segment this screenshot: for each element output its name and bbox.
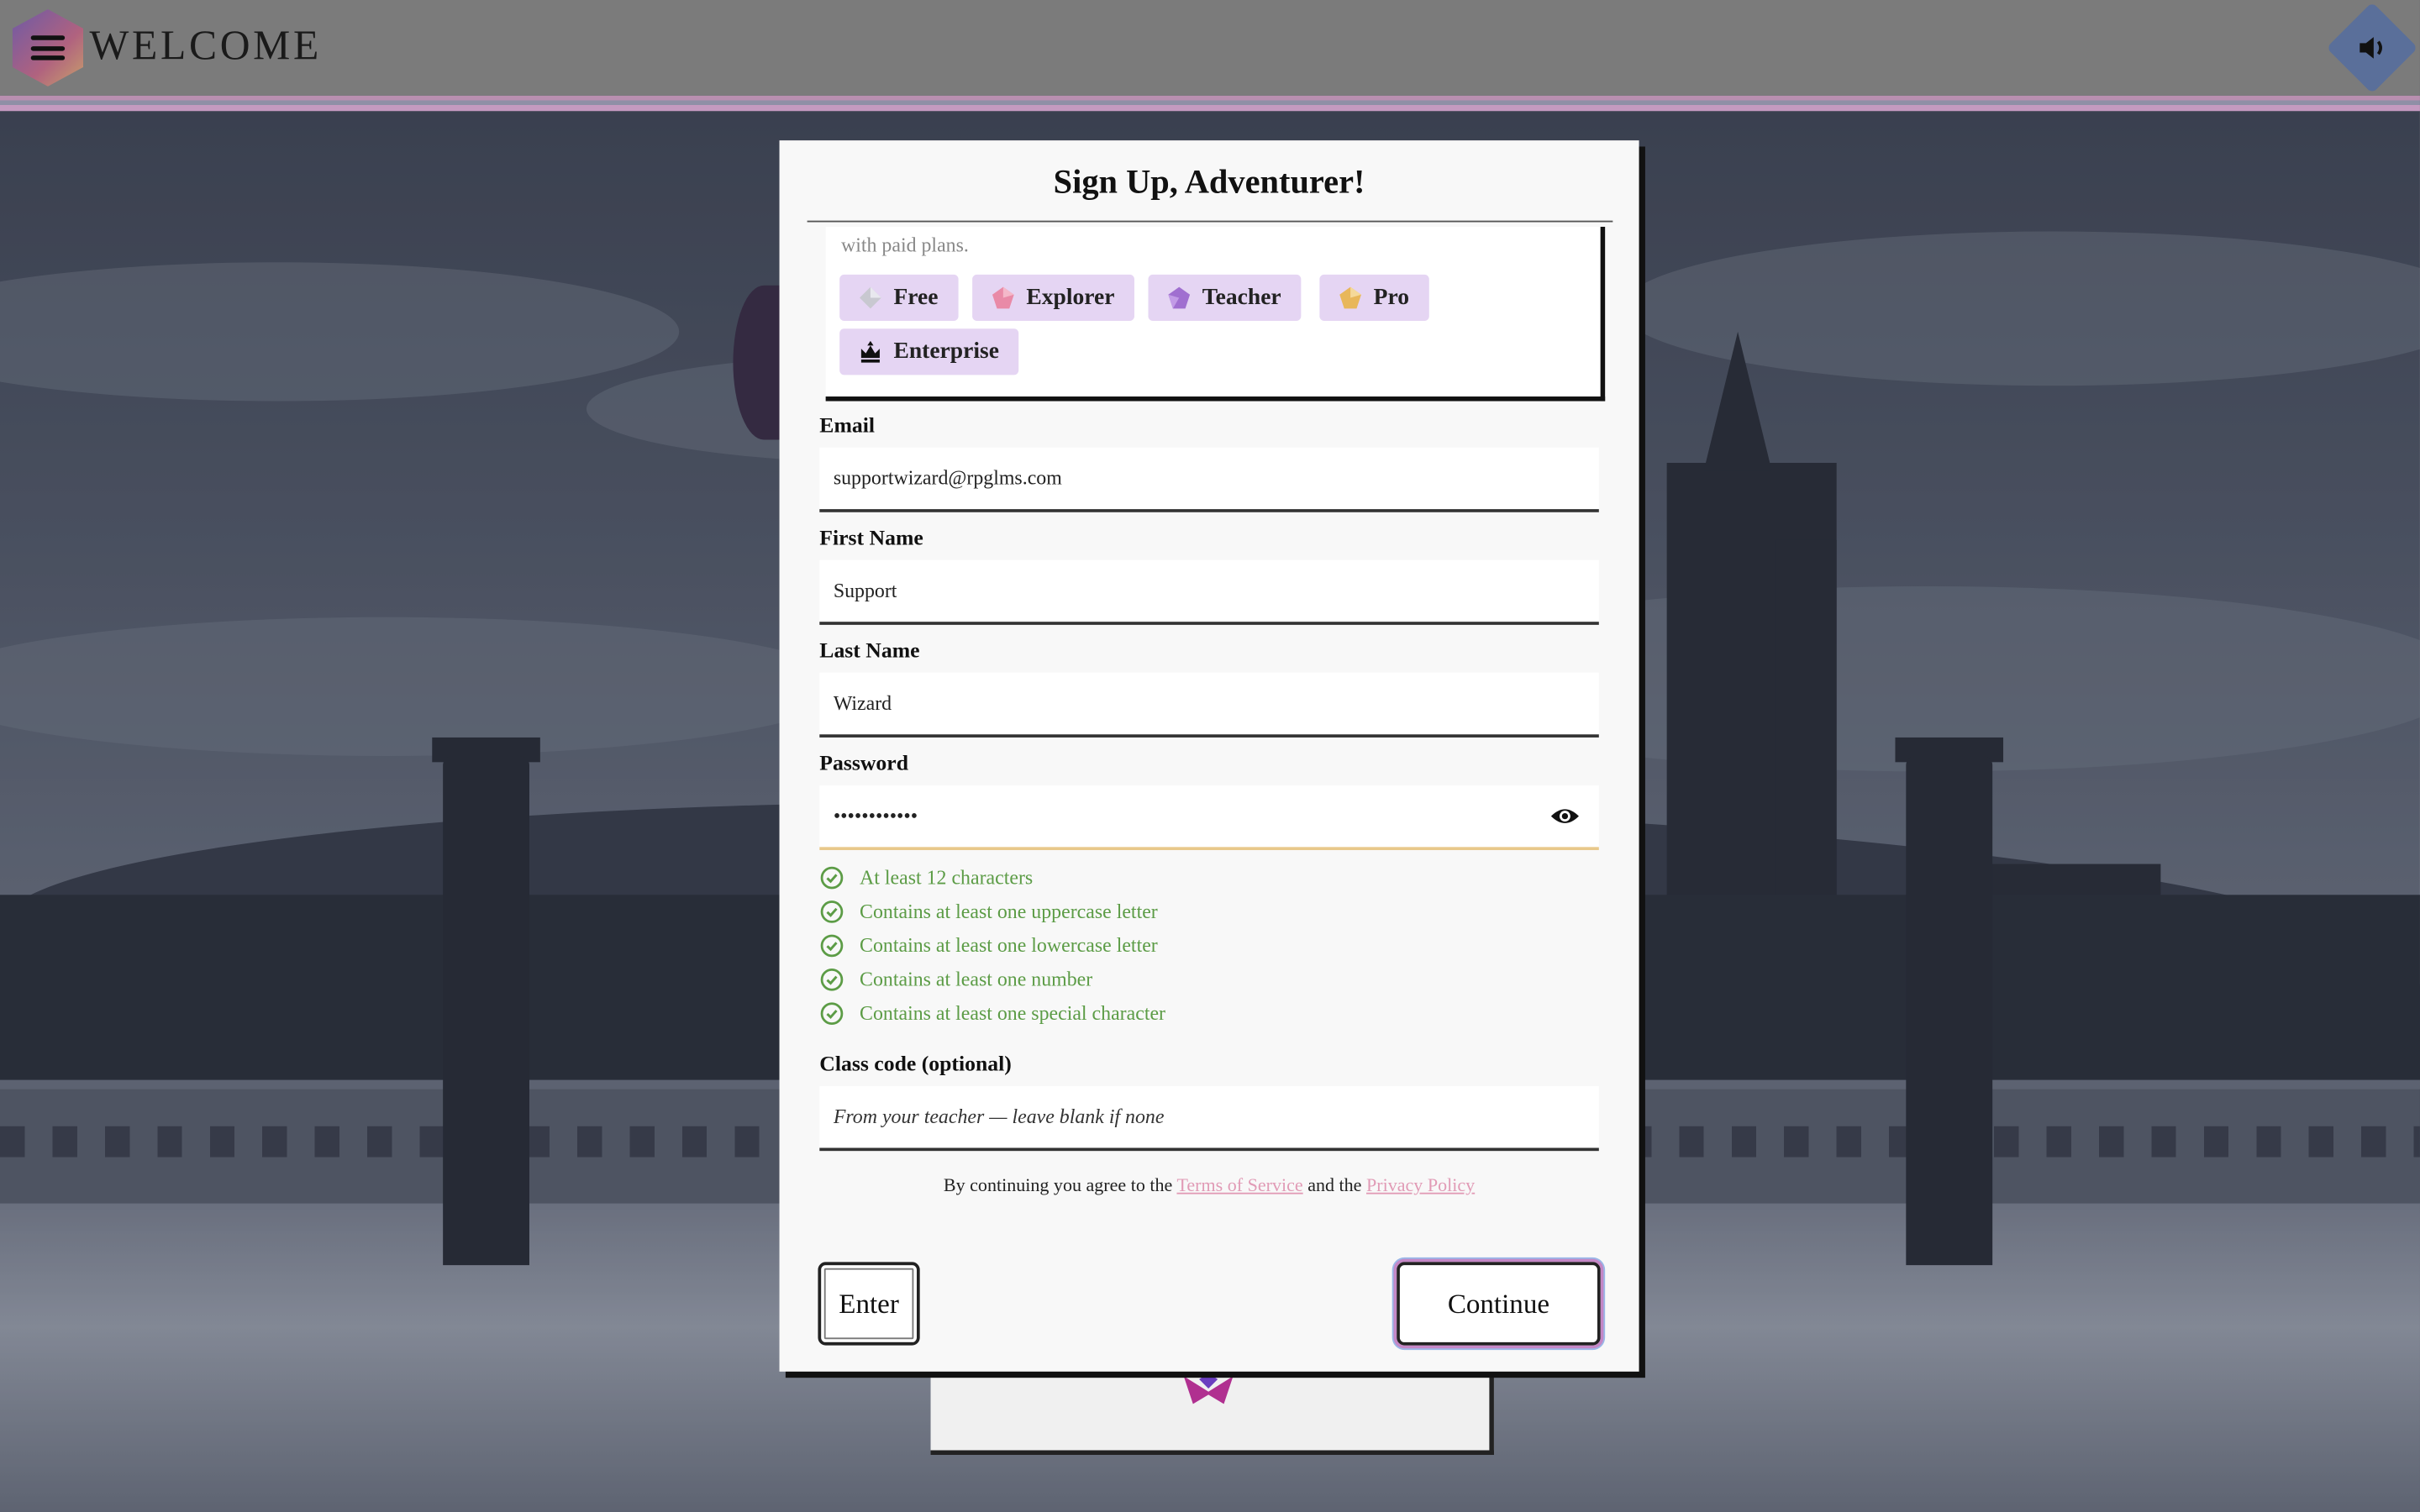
- plan-label: Free: [893, 284, 939, 310]
- plans-note: with paid plans.: [841, 233, 969, 256]
- password-requirement: Contains at least one uppercase letter: [819, 899, 1158, 924]
- plan-chip-enterprise[interactable]: Enterprise: [839, 328, 1019, 375]
- hamburger-icon: [30, 35, 66, 60]
- plans-panel: with paid plans. Free Explorer Teacher P…: [825, 226, 1606, 402]
- password-requirement: Contains at least one number: [819, 968, 1092, 992]
- sound-toggle-button[interactable]: [2326, 2, 2418, 94]
- first-name-label: First Name: [819, 528, 923, 551]
- brand-logo-icon: [1183, 1373, 1234, 1404]
- background-card: [930, 1357, 1494, 1456]
- plan-label: Teacher: [1202, 284, 1281, 310]
- modal-title: Sign Up, Adventurer!: [1053, 161, 1365, 201]
- check-circle-icon: [820, 1002, 844, 1026]
- check-circle-icon: [820, 968, 844, 991]
- plan-label: Explorer: [1026, 284, 1115, 310]
- purple-gem-icon: [1168, 286, 1191, 309]
- requirement-text: At least 12 characters: [860, 865, 1034, 889]
- requirement-text: Contains at least one special character: [860, 1001, 1166, 1025]
- plan-label: Pro: [1373, 284, 1410, 310]
- first-name-field[interactable]: [819, 559, 1599, 625]
- class-code-field[interactable]: [819, 1086, 1599, 1152]
- top-bar: WELCOME: [0, 0, 2420, 96]
- email-field[interactable]: [819, 447, 1599, 512]
- password-requirement: Contains at least one lowercase letter: [819, 933, 1158, 958]
- email-label: Email: [819, 415, 876, 438]
- continue-button[interactable]: Continue: [1397, 1262, 1601, 1346]
- privacy-policy-link[interactable]: Privacy Policy: [1366, 1174, 1475, 1196]
- speaker-icon: [2360, 37, 2382, 59]
- silver-gem-icon: [860, 286, 881, 309]
- password-requirement: Contains at least one special character: [819, 1001, 1165, 1026]
- password-label: Password: [819, 753, 909, 776]
- enter-button[interactable]: Enter: [818, 1262, 920, 1346]
- terms-of-service-link[interactable]: Terms of Service: [1176, 1174, 1302, 1196]
- top-bar-stripe: [0, 95, 2420, 112]
- last-name-field[interactable]: [819, 672, 1599, 738]
- signup-modal: Sign Up, Adventurer! with paid plans. Fr…: [779, 140, 1639, 1372]
- title-divider: [807, 220, 1613, 223]
- page-title: WELCOME: [89, 21, 322, 68]
- plan-chip-pro[interactable]: Pro: [1319, 274, 1429, 322]
- agree-middle: and the: [1307, 1173, 1362, 1196]
- check-circle-icon: [820, 934, 844, 958]
- password-input[interactable]: [833, 803, 1586, 829]
- check-circle-icon: [820, 866, 844, 890]
- class-code-input[interactable]: [833, 1105, 1586, 1130]
- check-circle-icon: [820, 900, 844, 923]
- plan-chip-explorer[interactable]: Explorer: [972, 274, 1135, 322]
- first-name-input[interactable]: [833, 578, 1586, 604]
- requirement-text: Contains at least one lowercase letter: [860, 933, 1158, 957]
- requirement-text: Contains at least one number: [860, 967, 1093, 991]
- password-requirement: At least 12 characters: [819, 865, 1033, 890]
- email-input[interactable]: [833, 465, 1586, 491]
- show-password-eye-icon[interactable]: [1549, 804, 1581, 828]
- last-name-label: Last Name: [819, 640, 920, 664]
- crown-icon: [860, 340, 880, 363]
- requirement-text: Contains at least one uppercase letter: [860, 899, 1158, 923]
- plan-label: Enterprise: [893, 339, 999, 364]
- menu-button[interactable]: [12, 9, 84, 87]
- pink-gem-icon: [992, 286, 1014, 309]
- plan-chip-teacher[interactable]: Teacher: [1148, 274, 1302, 322]
- agree-prefix: By continuing you agree to the: [943, 1173, 1173, 1196]
- class-code-label: Class code (optional): [819, 1053, 1012, 1078]
- terms-agreement: By continuing you agree to the Terms of …: [780, 1174, 1639, 1198]
- password-field[interactable]: [819, 785, 1599, 851]
- last-name-input[interactable]: [833, 690, 1586, 717]
- gold-gem-icon: [1339, 286, 1361, 309]
- plan-chip-free[interactable]: Free: [839, 274, 959, 322]
